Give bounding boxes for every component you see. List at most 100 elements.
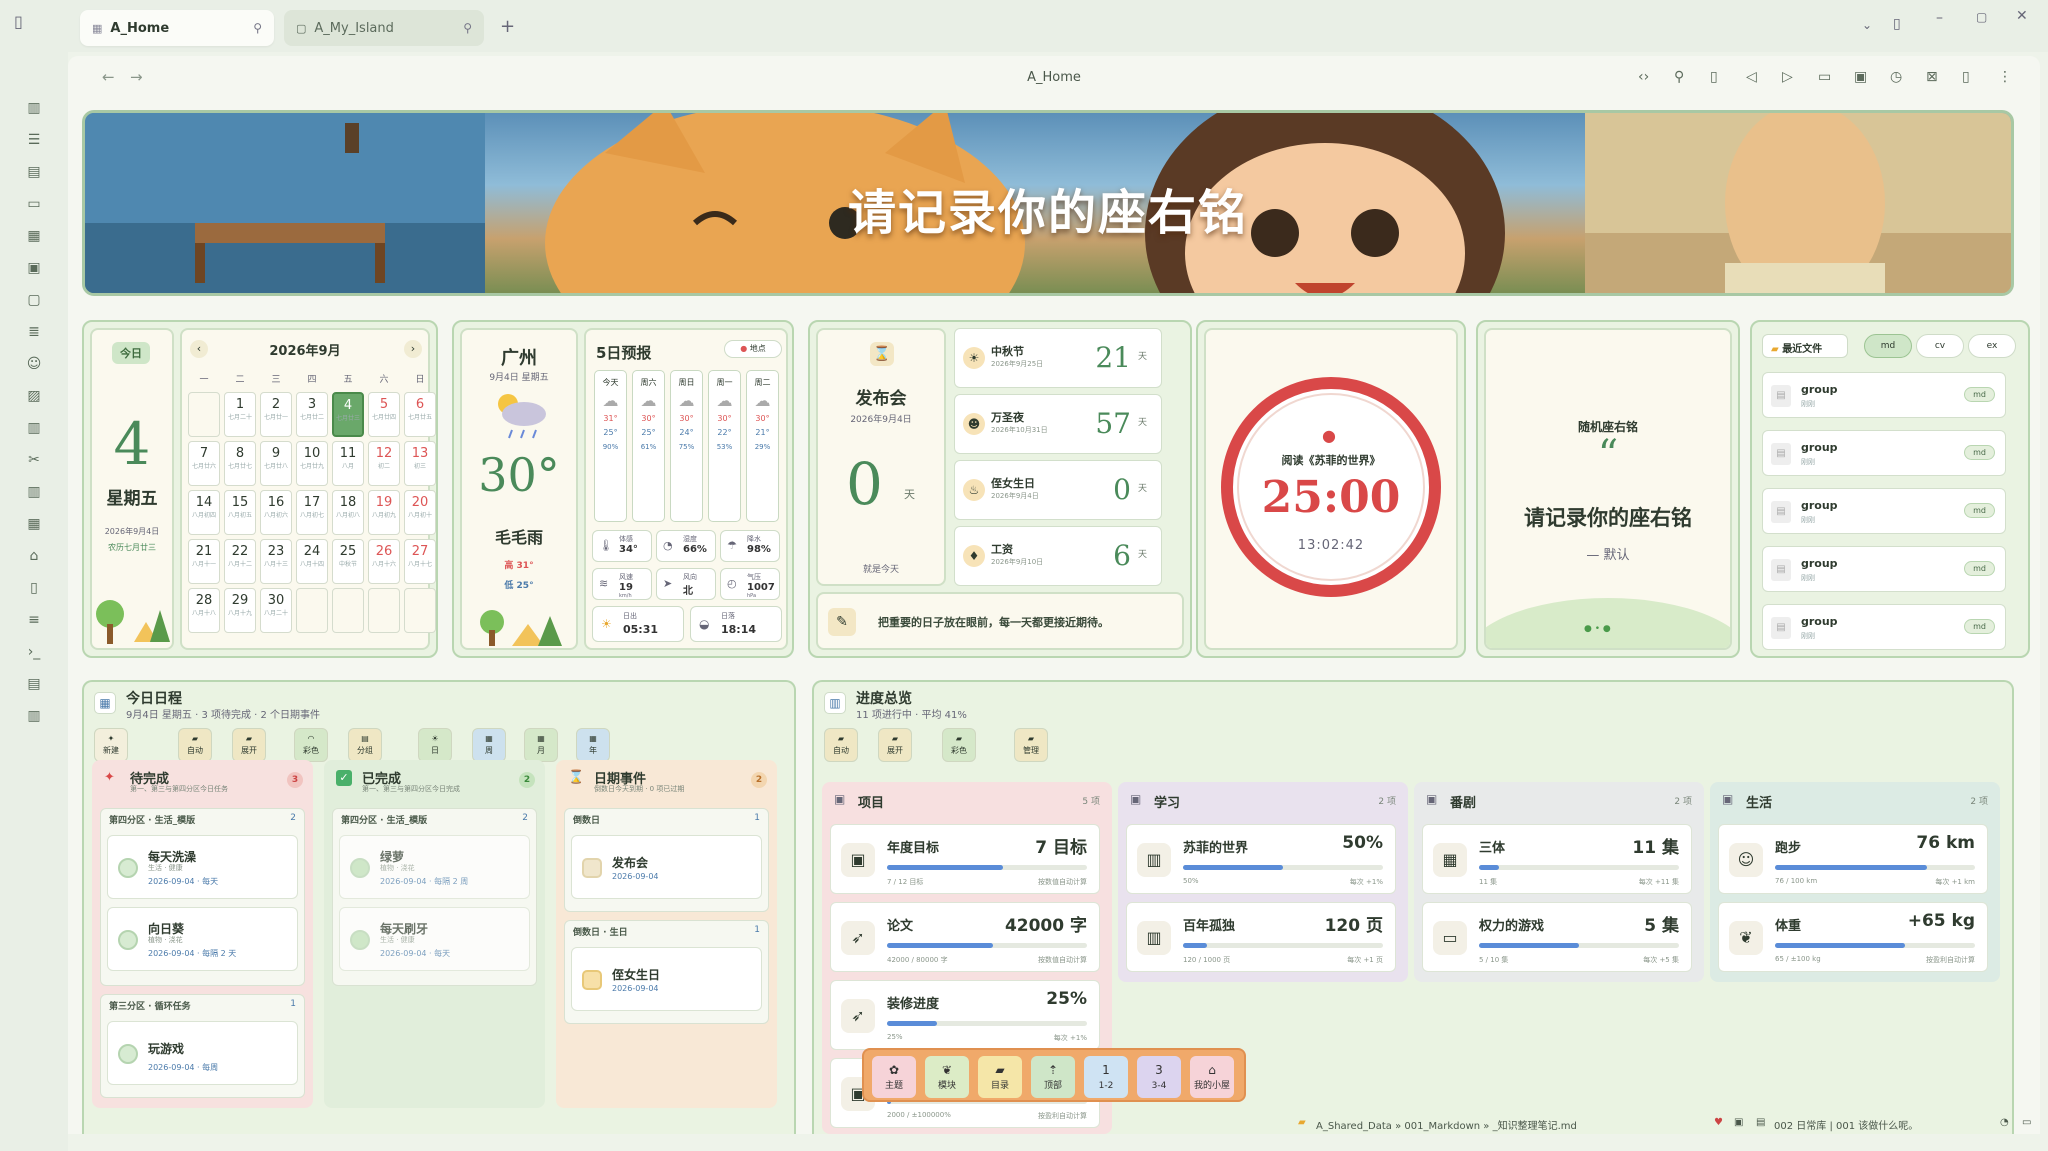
bookmark-icon[interactable]: ▯ xyxy=(22,576,46,600)
calendar-day[interactable]: 27 八月十七 xyxy=(404,539,436,584)
task-checkbox-checked[interactable] xyxy=(350,930,370,950)
calendar-day[interactable]: 16 八月初六 xyxy=(260,490,292,535)
progress-button[interactable]: ▰ 彩色 xyxy=(942,728,976,762)
chat-icon[interactable]: ▭ xyxy=(2022,1117,2031,1128)
new-tab-icon[interactable]: + xyxy=(500,16,515,37)
progress-item[interactable]: ▥ 百年孤独 120 页 120 / 1000 页 每次 +1 页 xyxy=(1126,902,1396,972)
more-icon[interactable]: ⋮ xyxy=(1998,69,2012,85)
calendar-day[interactable]: 30 八月二十 xyxy=(260,588,292,633)
schedule-button[interactable]: ▰ 自动 xyxy=(178,728,212,762)
floating-button[interactable]: ⌂ 我的小屋 xyxy=(1190,1056,1234,1098)
floating-button[interactable]: ✿ 主题 xyxy=(872,1056,916,1098)
menu-icon[interactable]: ≡ xyxy=(22,608,46,632)
calendar-day[interactable]: 22 八月十二 xyxy=(224,539,256,584)
progress-item[interactable]: ▭ 权力的游戏 5 集 5 / 10 集 每次 +5 集 xyxy=(1422,902,1692,972)
calendar-day[interactable]: 24 八月十四 xyxy=(296,539,328,584)
calendar-day[interactable]: 8 七月廿七 xyxy=(224,441,256,486)
recent-file-item[interactable]: ▤ group 刚刚 md xyxy=(1762,546,2006,592)
countdown-item[interactable]: ☀ 中秋节 2026年9月25日 21 天 xyxy=(954,328,1162,388)
calendar-icon[interactable]: ▦ xyxy=(22,224,46,248)
archive-icon[interactable]: ▭ xyxy=(22,192,46,216)
close-icon[interactable]: ✕ xyxy=(2016,8,2028,24)
next-month-button[interactable]: › xyxy=(404,340,422,358)
task-item[interactable]: 玩游戏 2026-09-04 · 每周 xyxy=(107,1021,298,1085)
calendar-day[interactable]: 17 八月初七 xyxy=(296,490,328,535)
task-item[interactable]: 绿萝 植物 · 浇花 2026-09-04 · 每隔 2 周 xyxy=(339,835,530,899)
schedule-button[interactable]: ▰ 展开 xyxy=(232,728,266,762)
progress-button[interactable]: ▰ 展开 xyxy=(878,728,912,762)
task-checkbox-checked[interactable] xyxy=(350,858,370,878)
calendar-day[interactable]: 29 八月十九 xyxy=(224,588,256,633)
progress-item[interactable]: ▣ 年度目标 7 目标 7 / 12 目标 按数值自动计算 xyxy=(830,824,1100,894)
minimize-icon[interactable]: – xyxy=(1936,10,1943,26)
image-icon[interactable]: ▨ xyxy=(22,384,46,408)
recent-tab-md[interactable]: md xyxy=(1864,334,1912,358)
code-icon[interactable]: ‹› xyxy=(1638,69,1649,85)
calendar-day[interactable]: 7 七月廿六 xyxy=(188,441,220,486)
note-icon[interactable]: ▢ xyxy=(22,288,46,312)
search-icon[interactable]: ⚲ xyxy=(1674,69,1684,85)
floating-button[interactable]: ⇡ 顶部 xyxy=(1031,1056,1075,1098)
schedule-button[interactable]: ▦ 年 xyxy=(576,728,610,762)
calendar-day[interactable]: 15 八月初五 xyxy=(224,490,256,535)
progress-item[interactable]: ▦ 三体 11 集 11 集每次 +11 集 xyxy=(1422,824,1692,894)
lock-icon[interactable]: ▣ xyxy=(1854,69,1867,85)
calendar-day[interactable]: 13 初三 xyxy=(404,441,436,486)
calendar-day[interactable]: 6 七月廿五 xyxy=(404,392,436,437)
location-button[interactable]: ● 地点 xyxy=(724,340,782,358)
bell-icon[interactable]: ◔ xyxy=(2000,1117,2009,1128)
task-checkbox[interactable] xyxy=(118,930,138,950)
progress-item[interactable]: ▥ 苏菲的世界 50% 50% 每次 +1% xyxy=(1126,824,1396,894)
calendar-day[interactable]: 23 八月十三 xyxy=(260,539,292,584)
pin-icon[interactable]: ⚲ xyxy=(463,21,472,35)
layout-icon[interactable]: ▥ xyxy=(22,704,46,728)
floating-button[interactable]: 1 1-2 xyxy=(1084,1056,1128,1098)
task-item[interactable]: 每天刷牙 生活 · 健康 2026-09-04 · 每天 xyxy=(339,907,530,971)
calendar-day[interactable]: 4 七月廿三 xyxy=(332,392,364,437)
calendar-day[interactable]: 10 七月廿九 xyxy=(296,441,328,486)
recent-tab-cv[interactable]: cv xyxy=(1916,334,1964,358)
recent-tab-ex[interactable]: ex xyxy=(1968,334,2016,358)
map-icon[interactable]: ▥ xyxy=(22,96,46,120)
calendar-day[interactable]: 26 八月十六 xyxy=(368,539,400,584)
task-item[interactable]: 每天洗澡 生活 · 健康 2026-09-04 · 每天 xyxy=(107,835,298,899)
countdown-item[interactable]: ☻ 万圣夜 2026年10月31日 57 天 xyxy=(954,394,1162,454)
calendar-day[interactable]: 5 七月廿四 xyxy=(368,392,400,437)
task-checkbox[interactable] xyxy=(118,1044,138,1064)
tab-list-icon[interactable]: ⌄ xyxy=(1862,18,1872,32)
calendar-day[interactable]: 20 八月初十 xyxy=(404,490,436,535)
progress-button[interactable]: ▰ 自动 xyxy=(824,728,858,762)
tab-a-home[interactable]: ▦ A_Home ⚲ xyxy=(80,10,274,46)
tab-a-my-island[interactable]: ▢ A_My_Island ⚲ xyxy=(284,10,484,46)
countdown-item[interactable]: ♦ 工资 2026年9月10日 6 天 xyxy=(954,526,1162,586)
apps-icon[interactable]: ▦ xyxy=(22,512,46,536)
floating-button[interactable]: ❦ 模块 xyxy=(925,1056,969,1098)
calendar-day[interactable]: 1 七月二十 xyxy=(224,392,256,437)
calendar-day[interactable]: 14 八月初四 xyxy=(188,490,220,535)
arrow-left-icon[interactable]: ◁ xyxy=(1746,69,1757,85)
floating-button[interactable]: 3 3-4 xyxy=(1137,1056,1181,1098)
progress-button[interactable]: ▰ 管理 xyxy=(1014,728,1048,762)
schedule-button[interactable]: ✦ 新建 xyxy=(94,728,128,762)
calendar-day[interactable]: 19 八月初九 xyxy=(368,490,400,535)
progress-item[interactable]: ☺ 跑步 76 km 76 / 100 km 每次 +1 km xyxy=(1718,824,1988,894)
calendar-day[interactable]: 9 七月廿八 xyxy=(260,441,292,486)
recent-file-item[interactable]: ▤ group 刚刚 md xyxy=(1762,604,2006,650)
home-icon[interactable]: ⌂ xyxy=(22,544,46,568)
sidebar-toggle-icon[interactable]: ▯ xyxy=(14,12,23,31)
schedule-button[interactable]: ◠ 彩色 xyxy=(294,728,328,762)
calendar-day[interactable]: 2 七月廿一 xyxy=(260,392,292,437)
calendar-day[interactable]: 21 八月十一 xyxy=(188,539,220,584)
status-path[interactable]: A_Shared_Data » 001_Markdown » _知识整理笔记.m… xyxy=(1316,1117,1577,1132)
calendar-day[interactable]: 25 中秋节 xyxy=(332,539,364,584)
calendar-day[interactable]: 12 初二 xyxy=(368,441,400,486)
schedule-button[interactable]: ▤ 分组 xyxy=(348,728,382,762)
motto-dots[interactable]: ● • ● xyxy=(1584,624,1611,634)
trash-icon[interactable]: ▥ xyxy=(22,416,46,440)
terminal-icon[interactable]: ›_ xyxy=(22,640,46,664)
schedule-button[interactable]: ▦ 月 xyxy=(524,728,558,762)
tools-icon[interactable]: ✂ xyxy=(22,448,46,472)
calendar-day[interactable]: 11 八月 xyxy=(332,441,364,486)
pomodoro-panel[interactable]: ● 阅读《苏菲的世界》 25:00 13:02:42 xyxy=(1204,328,1458,650)
task-item[interactable]: 向日葵 植物 · 浇花 2026-09-04 · 每隔 2 天 xyxy=(107,907,298,971)
